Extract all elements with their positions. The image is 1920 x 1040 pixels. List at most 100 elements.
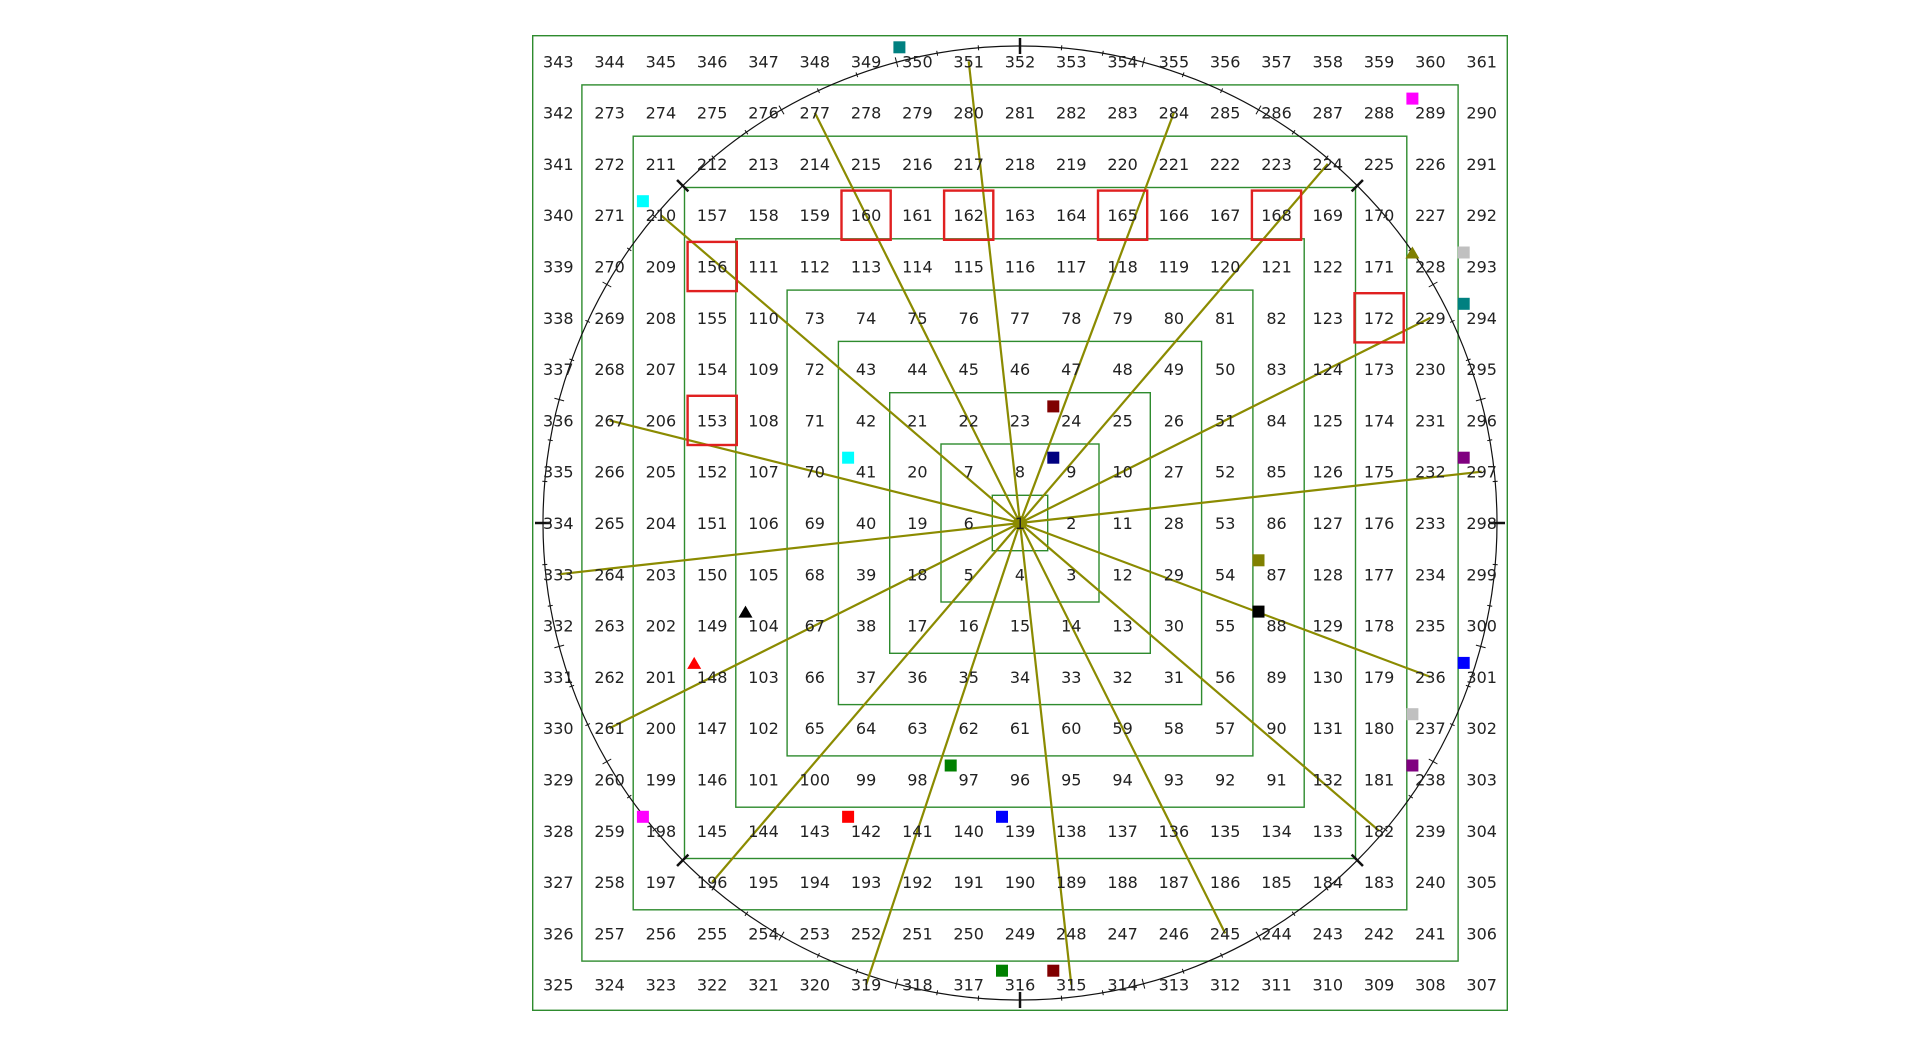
cell-number: 48 <box>1112 360 1132 379</box>
cell-number: 182 <box>1364 822 1395 841</box>
cell-number: 293 <box>1466 258 1497 277</box>
cell-number: 277 <box>800 104 831 123</box>
cell-number: 138 <box>1056 822 1087 841</box>
cell-number: 160 <box>851 206 882 225</box>
cell-number: 165 <box>1107 206 1138 225</box>
cell-number: 164 <box>1056 206 1087 225</box>
cell-number: 240 <box>1415 873 1446 892</box>
cell-number: 73 <box>805 309 825 328</box>
cell-number: 238 <box>1415 771 1446 790</box>
cell-number: 50 <box>1215 360 1235 379</box>
marker-square <box>1406 759 1419 772</box>
cell-number: 305 <box>1466 873 1497 892</box>
circle-tick <box>602 281 612 288</box>
cell-number: 38 <box>856 617 876 636</box>
circle-tick <box>547 439 553 442</box>
cell-number: 271 <box>594 206 625 225</box>
cell-number: 112 <box>800 258 831 277</box>
cell-number: 201 <box>646 668 677 687</box>
cell-number: 217 <box>953 155 984 174</box>
cell-number: 294 <box>1466 309 1497 328</box>
cell-number: 286 <box>1261 104 1292 123</box>
cell-number: 308 <box>1415 976 1446 995</box>
cell-number: 19 <box>907 514 927 533</box>
cell-number: 91 <box>1266 771 1286 790</box>
cell-number: 345 <box>646 52 677 71</box>
cell-number: 214 <box>800 155 831 174</box>
cell-number: 226 <box>1415 155 1446 174</box>
cell-number: 59 <box>1112 719 1132 738</box>
cell-number: 136 <box>1159 822 1190 841</box>
cell-number: 144 <box>748 822 779 841</box>
cell-number: 249 <box>1005 924 1036 943</box>
cell-number: 60 <box>1061 719 1081 738</box>
cell-number: 360 <box>1415 52 1446 71</box>
cell-number: 307 <box>1466 976 1497 995</box>
cell-number: 259 <box>594 822 625 841</box>
cell-number: 332 <box>543 617 574 636</box>
cell-number: 340 <box>543 206 574 225</box>
cell-number: 173 <box>1364 360 1395 379</box>
marker-square <box>636 810 649 823</box>
cell-number: 111 <box>748 258 779 277</box>
cell-number: 161 <box>902 206 933 225</box>
cell-number: 22 <box>959 411 979 430</box>
cell-number: 150 <box>697 565 728 584</box>
cell-number: 176 <box>1364 514 1395 533</box>
cell-number: 258 <box>594 873 625 892</box>
cell-number: 328 <box>543 822 574 841</box>
cell-number: 253 <box>800 924 831 943</box>
cell-number: 341 <box>543 155 574 174</box>
cell-number: 335 <box>543 463 574 482</box>
cell-number: 77 <box>1010 309 1030 328</box>
cell-number: 117 <box>1056 258 1087 277</box>
cell-number: 169 <box>1313 206 1344 225</box>
cell-number: 181 <box>1364 771 1395 790</box>
cell-number: 76 <box>959 309 979 328</box>
cell-number: 359 <box>1364 52 1395 71</box>
circle-tick <box>1101 50 1104 56</box>
cell-number: 243 <box>1313 924 1344 943</box>
cell-number: 241 <box>1415 924 1446 943</box>
cell-number: 235 <box>1415 617 1446 636</box>
cell-number: 86 <box>1266 514 1286 533</box>
cell-number: 301 <box>1466 668 1497 687</box>
cell-number: 281 <box>1005 104 1036 123</box>
cell-number: 127 <box>1313 514 1344 533</box>
cell-number: 119 <box>1159 258 1190 277</box>
cell-number: 219 <box>1056 155 1087 174</box>
cell-number: 344 <box>594 52 625 71</box>
cell-number: 1 <box>1015 514 1025 533</box>
cell-number: 325 <box>543 976 574 995</box>
cell-number: 80 <box>1164 309 1184 328</box>
cell-number: 151 <box>697 514 728 533</box>
cell-number: 83 <box>1266 360 1286 379</box>
cell-number: 326 <box>543 924 574 943</box>
cell-number: 215 <box>851 155 882 174</box>
cell-number: 267 <box>594 411 625 430</box>
cell-number: 68 <box>805 565 825 584</box>
marker-square <box>944 759 957 772</box>
cell-number: 99 <box>856 771 876 790</box>
cell-number: 109 <box>748 360 779 379</box>
cell-number: 190 <box>1005 873 1036 892</box>
cell-number: 230 <box>1415 360 1446 379</box>
cell-number: 222 <box>1210 155 1241 174</box>
cell-number: 193 <box>851 873 882 892</box>
cell-number: 330 <box>543 719 574 738</box>
cell-number: 52 <box>1215 463 1235 482</box>
cell-number: 256 <box>646 924 677 943</box>
cell-number: 46 <box>1010 360 1030 379</box>
cell-number: 245 <box>1210 924 1241 943</box>
cell-number: 154 <box>697 360 728 379</box>
cell-number: 94 <box>1112 771 1132 790</box>
cell-number: 63 <box>907 719 927 738</box>
spoke-351 <box>967 61 1022 524</box>
cell-number: 39 <box>856 565 876 584</box>
cell-number: 323 <box>646 976 677 995</box>
cell-number: 216 <box>902 155 933 174</box>
marker-square <box>1252 554 1265 567</box>
cell-number: 322 <box>697 976 728 995</box>
cell-number: 236 <box>1415 668 1446 687</box>
spoke-333 <box>558 521 1021 576</box>
